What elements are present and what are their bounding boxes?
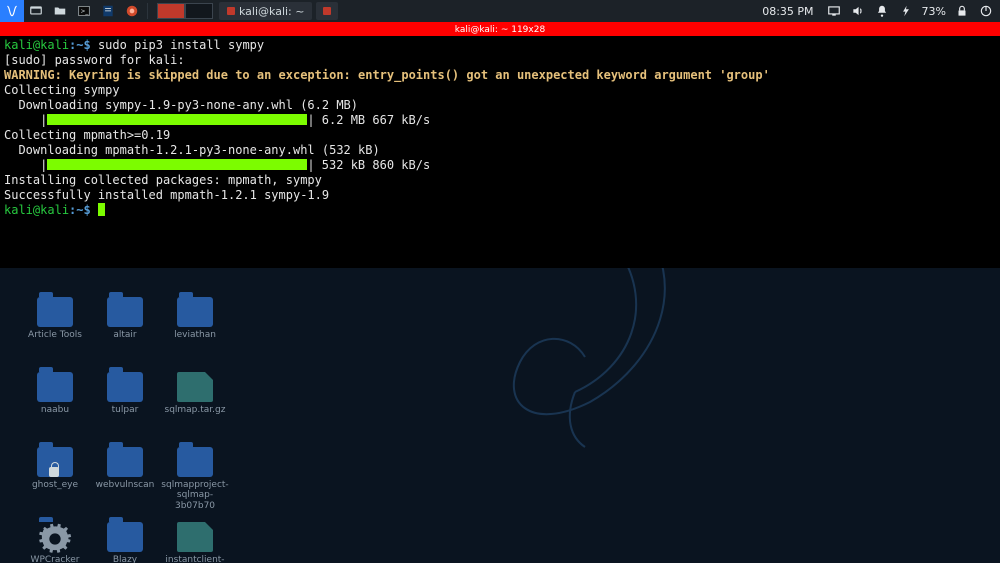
- desktop-icon-ghost-eye[interactable]: ghost_eye: [20, 447, 90, 490]
- prompt-user: kali: [4, 38, 33, 52]
- apps-menu-button[interactable]: [0, 0, 24, 22]
- top-panel: >_ kali@kali: ~ 08:35 PM: [0, 0, 1000, 22]
- battery-percentage: 73%: [922, 5, 946, 18]
- desktop-icon-label: Article Tools: [20, 330, 90, 340]
- bar1-prefix: |: [4, 113, 47, 127]
- desktop-icon-label: webvulnscan: [90, 480, 160, 490]
- battery-tray-icon[interactable]: [898, 3, 914, 19]
- desktop-icon-sqlmap-tar-gz[interactable]: sqlmap.tar.gz: [160, 372, 230, 415]
- lock-tray-icon[interactable]: [954, 3, 970, 19]
- taskbar: kali@kali: ~: [219, 2, 338, 20]
- progress-bar-2: [47, 159, 307, 170]
- volume-tray-icon[interactable]: [850, 3, 866, 19]
- terminal-output[interactable]: kali@kali:~$ sudo pip3 install sympy [su…: [0, 36, 1000, 268]
- line-sudo-pw: [sudo] password for kali:: [4, 53, 185, 67]
- desktop-icon-instantclient-basic-linux-x64[interactable]: instantclient-basic-linux.x64...: [160, 522, 230, 563]
- progress-bar-1: [47, 114, 307, 125]
- desktop-icon-wpcracker[interactable]: WPCracker: [20, 522, 90, 563]
- line-warning: WARNING: Keyring is skipped due to an ex…: [4, 68, 770, 82]
- desktop-icon-label: altair: [90, 330, 160, 340]
- desktop-icon-label: tulpar: [90, 405, 160, 415]
- lock-badge-icon: [49, 467, 59, 477]
- svg-text:>_: >_: [81, 9, 89, 15]
- launcher-group: >_: [0, 0, 144, 22]
- desktop-icon-naabu[interactable]: naabu: [20, 372, 90, 415]
- taskbar-item-other[interactable]: [316, 2, 338, 20]
- line-dl2: Downloading mpmath-1.2.1-py3-none-any.wh…: [4, 143, 380, 157]
- desktop-icon-leviathan[interactable]: leviathan: [160, 297, 230, 340]
- desktop-icon-tulpar[interactable]: tulpar: [90, 372, 160, 415]
- display-tray-icon[interactable]: [826, 3, 842, 19]
- terminal-cursor: [98, 203, 105, 216]
- line-collect1: Collecting sympy: [4, 83, 120, 97]
- desktop-icon-label: leviathan: [160, 330, 230, 340]
- desktop-icon-label: instantclient-basic-linux.x64...: [160, 555, 230, 563]
- terminal-tab-title: kali@kali: ~ 119x28: [455, 25, 545, 35]
- browser-launcher[interactable]: [120, 0, 144, 22]
- desktop-icon-label: WPCracker: [20, 555, 90, 563]
- notifications-tray-icon[interactable]: [874, 3, 890, 19]
- desktop-icon-blazy[interactable]: Blazy: [90, 522, 160, 563]
- desktop-icon-label: naabu: [20, 405, 90, 415]
- line-collect2: Collecting mpmath>=0.19: [4, 128, 170, 142]
- prompt-host: kali: [40, 38, 69, 52]
- workspace-2[interactable]: [185, 3, 213, 19]
- bar2-prefix: |: [4, 158, 47, 172]
- prompt2-user: kali: [4, 203, 33, 217]
- desktop-icon-label: Blazy: [90, 555, 160, 563]
- show-desktop-button[interactable]: [24, 0, 48, 22]
- prompt2-host: kali: [40, 203, 69, 217]
- taskbar-item-label: kali@kali: ~: [239, 5, 304, 18]
- desktop-icon-altair[interactable]: altair: [90, 297, 160, 340]
- desktop-icon-sqlmapproject-sqlmap-3b07b70[interactable]: sqlmapproject-sqlmap-3b07b70: [160, 447, 230, 511]
- systray: 08:35 PM 73%: [762, 3, 1000, 19]
- app-icon: [227, 7, 235, 15]
- terminal-tab-bar[interactable]: kali@kali: ~ 119x28: [0, 24, 1000, 36]
- desktop-icon-label: sqlmap.tar.gz: [160, 405, 230, 415]
- desktop-icon-label: ghost_eye: [20, 480, 90, 490]
- terminal-launcher[interactable]: >_: [72, 0, 96, 22]
- line-dl1: Downloading sympy-1.9-py3-none-any.whl (…: [4, 98, 358, 112]
- line-installing: Installing collected packages: mpmath, s…: [4, 173, 322, 187]
- panel-separator: [147, 3, 148, 19]
- workspace-1[interactable]: [157, 3, 185, 19]
- text-editor-launcher[interactable]: [96, 0, 120, 22]
- clock[interactable]: 08:35 PM: [762, 5, 813, 18]
- desktop-icon-label: sqlmapproject-sqlmap-3b07b70: [160, 480, 230, 511]
- workspace-switcher: [157, 3, 213, 19]
- bar2-suffix: | 532 kB 860 kB/s: [307, 158, 430, 172]
- file-manager-launcher[interactable]: [48, 0, 72, 22]
- desktop-icon-article-tools[interactable]: Article Tools: [20, 297, 90, 340]
- prompt2-path: :~$: [69, 203, 98, 217]
- terminal-window: kali@kali: ~ – ▢ × kali@kali: ~ 119x28 k…: [0, 22, 1000, 268]
- line-success: Successfully installed mpmath-1.2.1 symp…: [4, 188, 329, 202]
- app-icon: [323, 7, 331, 15]
- entered-command: sudo pip3 install sympy: [98, 38, 264, 52]
- bar1-suffix: | 6.2 MB 667 kB/s: [307, 113, 430, 127]
- desktop-icon-webvulnscan[interactable]: webvulnscan: [90, 447, 160, 490]
- power-tray-icon[interactable]: [978, 3, 994, 19]
- taskbar-item-terminal[interactable]: kali@kali: ~: [219, 2, 312, 20]
- prompt-path: :~$: [69, 38, 98, 52]
